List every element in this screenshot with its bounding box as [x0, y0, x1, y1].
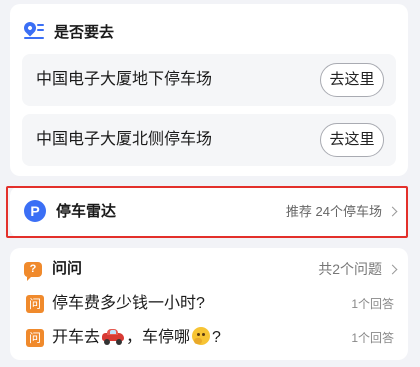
destination-header: 是否要去: [21, 19, 115, 42]
go-here-button[interactable]: 去这里: [320, 63, 384, 97]
question-text: 停车费多少钱一小时?: [52, 295, 205, 312]
question-badge-icon: 问: [26, 329, 44, 347]
answer-count: 1个回答: [351, 297, 394, 311]
question-text-part: 开车去: [52, 329, 101, 346]
question-item[interactable]: 问 停车费多少钱一小时? 1个回答: [10, 290, 408, 318]
qa-card: ? 问问 共2个问题 问 停车费多少钱一小时? 1个回答 问 开车去 ，车停哪? …: [10, 248, 408, 360]
destination-option[interactable]: 中国电子大厦北侧停车场 去这里: [22, 114, 396, 166]
car-emoji-icon: [102, 328, 125, 345]
chevron-right-icon: [387, 264, 398, 275]
highlight-box: [6, 186, 408, 238]
question-badge-icon: 问: [26, 295, 44, 313]
question-bubble-icon: ?: [24, 262, 42, 281]
location-pin-icon: [21, 19, 44, 40]
destination-card: 是否要去 中国电子大厦地下停车场 去这里 中国电子大厦北侧停车场 去这里: [10, 4, 408, 176]
destination-option[interactable]: 中国电子大厦地下停车场 去这里: [22, 54, 396, 106]
thinking-face-emoji-icon: [192, 327, 211, 345]
destination-option-label: 中国电子大厦地下停车场: [36, 71, 213, 88]
question-text-part: ?: [212, 329, 221, 346]
destination-title: 是否要去: [54, 23, 115, 41]
question-item[interactable]: 问 开车去 ，车停哪? 1个回答: [10, 324, 408, 352]
question-text: 开车去 ，车停哪?: [52, 324, 221, 352]
qa-total-link[interactable]: 共2个问题: [318, 258, 382, 280]
question-text-part: ，车停哪: [126, 329, 191, 346]
go-here-button[interactable]: 去这里: [320, 123, 384, 157]
destination-option-label: 中国电子大厦北侧停车场: [36, 131, 213, 148]
qa-title: 问问: [52, 260, 83, 277]
answer-count: 1个回答: [351, 331, 394, 345]
